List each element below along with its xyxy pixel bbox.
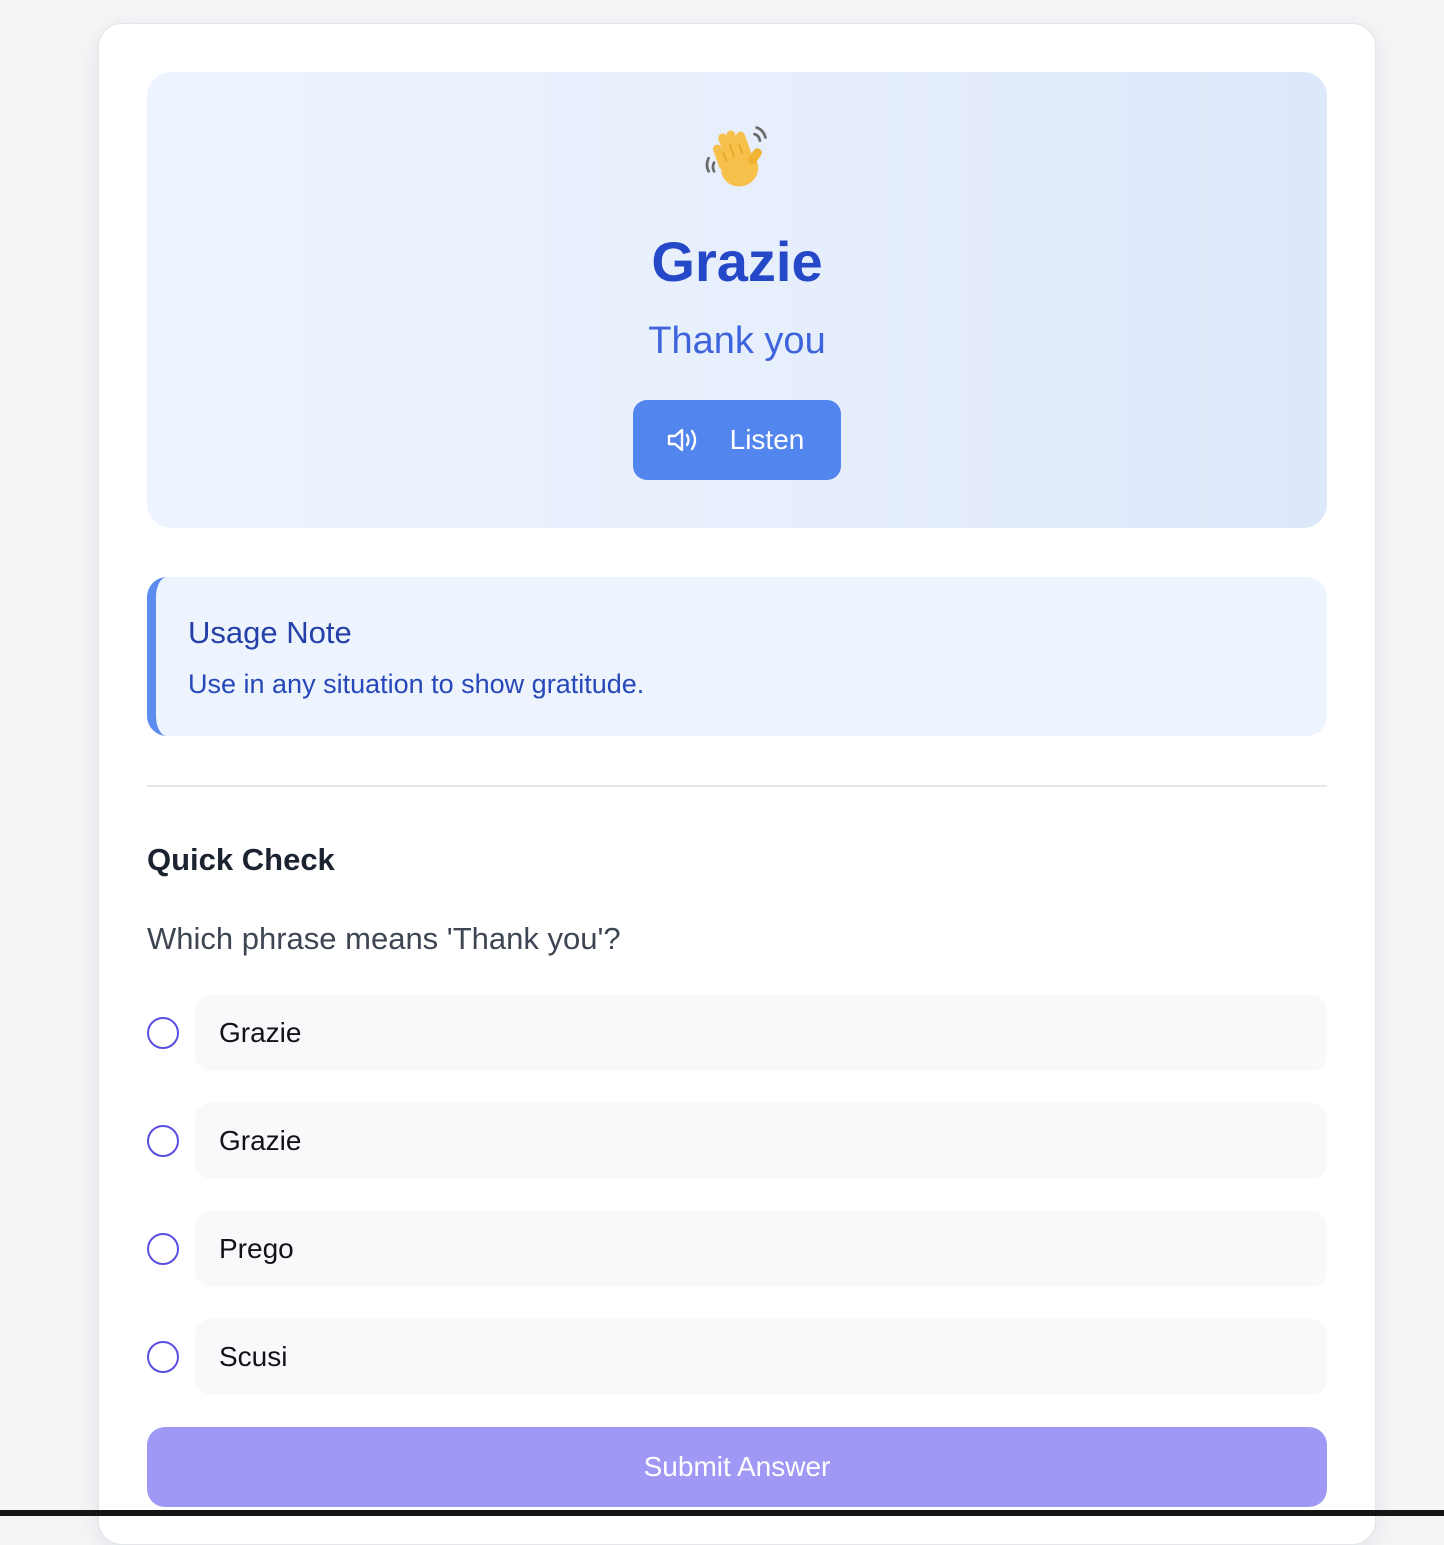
lesson-card: Grazie Thank you Listen Usage Note Use i… — [98, 23, 1376, 1545]
usage-note-text: Use in any situation to show gratitude. — [188, 669, 645, 699]
quiz-question: Which phrase means 'Thank you'? — [147, 921, 621, 956]
option-radio[interactable] — [147, 1341, 179, 1373]
quiz-title: Quick Check — [147, 842, 335, 877]
usage-note-title: Usage Note — [188, 615, 352, 650]
option-radio[interactable] — [147, 1233, 179, 1265]
option-label[interactable]: Scusi — [195, 1319, 1327, 1395]
speaker-icon — [666, 426, 700, 454]
option-label[interactable]: Grazie — [195, 995, 1327, 1071]
quiz-option[interactable]: Prego — [147, 1211, 1327, 1287]
quiz-option[interactable]: Grazie — [147, 1103, 1327, 1179]
listen-button[interactable]: Listen — [633, 400, 841, 480]
translation-text: Thank you — [648, 320, 826, 362]
phrase-hero: Grazie Thank you Listen — [147, 72, 1327, 528]
window-bottom-edge — [0, 1510, 1444, 1516]
option-radio[interactable] — [147, 1017, 179, 1049]
listen-label: Listen — [729, 424, 805, 455]
option-label[interactable]: Prego — [195, 1211, 1327, 1287]
option-label[interactable]: Grazie — [195, 1103, 1327, 1179]
usage-note: Usage Note Use in any situation to show … — [147, 577, 1327, 736]
quiz-option[interactable]: Scusi — [147, 1319, 1327, 1395]
waving-hand-icon — [147, 116, 1327, 196]
section-divider — [147, 785, 1327, 787]
option-radio[interactable] — [147, 1125, 179, 1157]
quiz-option[interactable]: Grazie — [147, 995, 1327, 1071]
submit-answer-button[interactable]: Submit Answer — [147, 1427, 1327, 1507]
phrase-text: Grazie — [651, 230, 823, 293]
